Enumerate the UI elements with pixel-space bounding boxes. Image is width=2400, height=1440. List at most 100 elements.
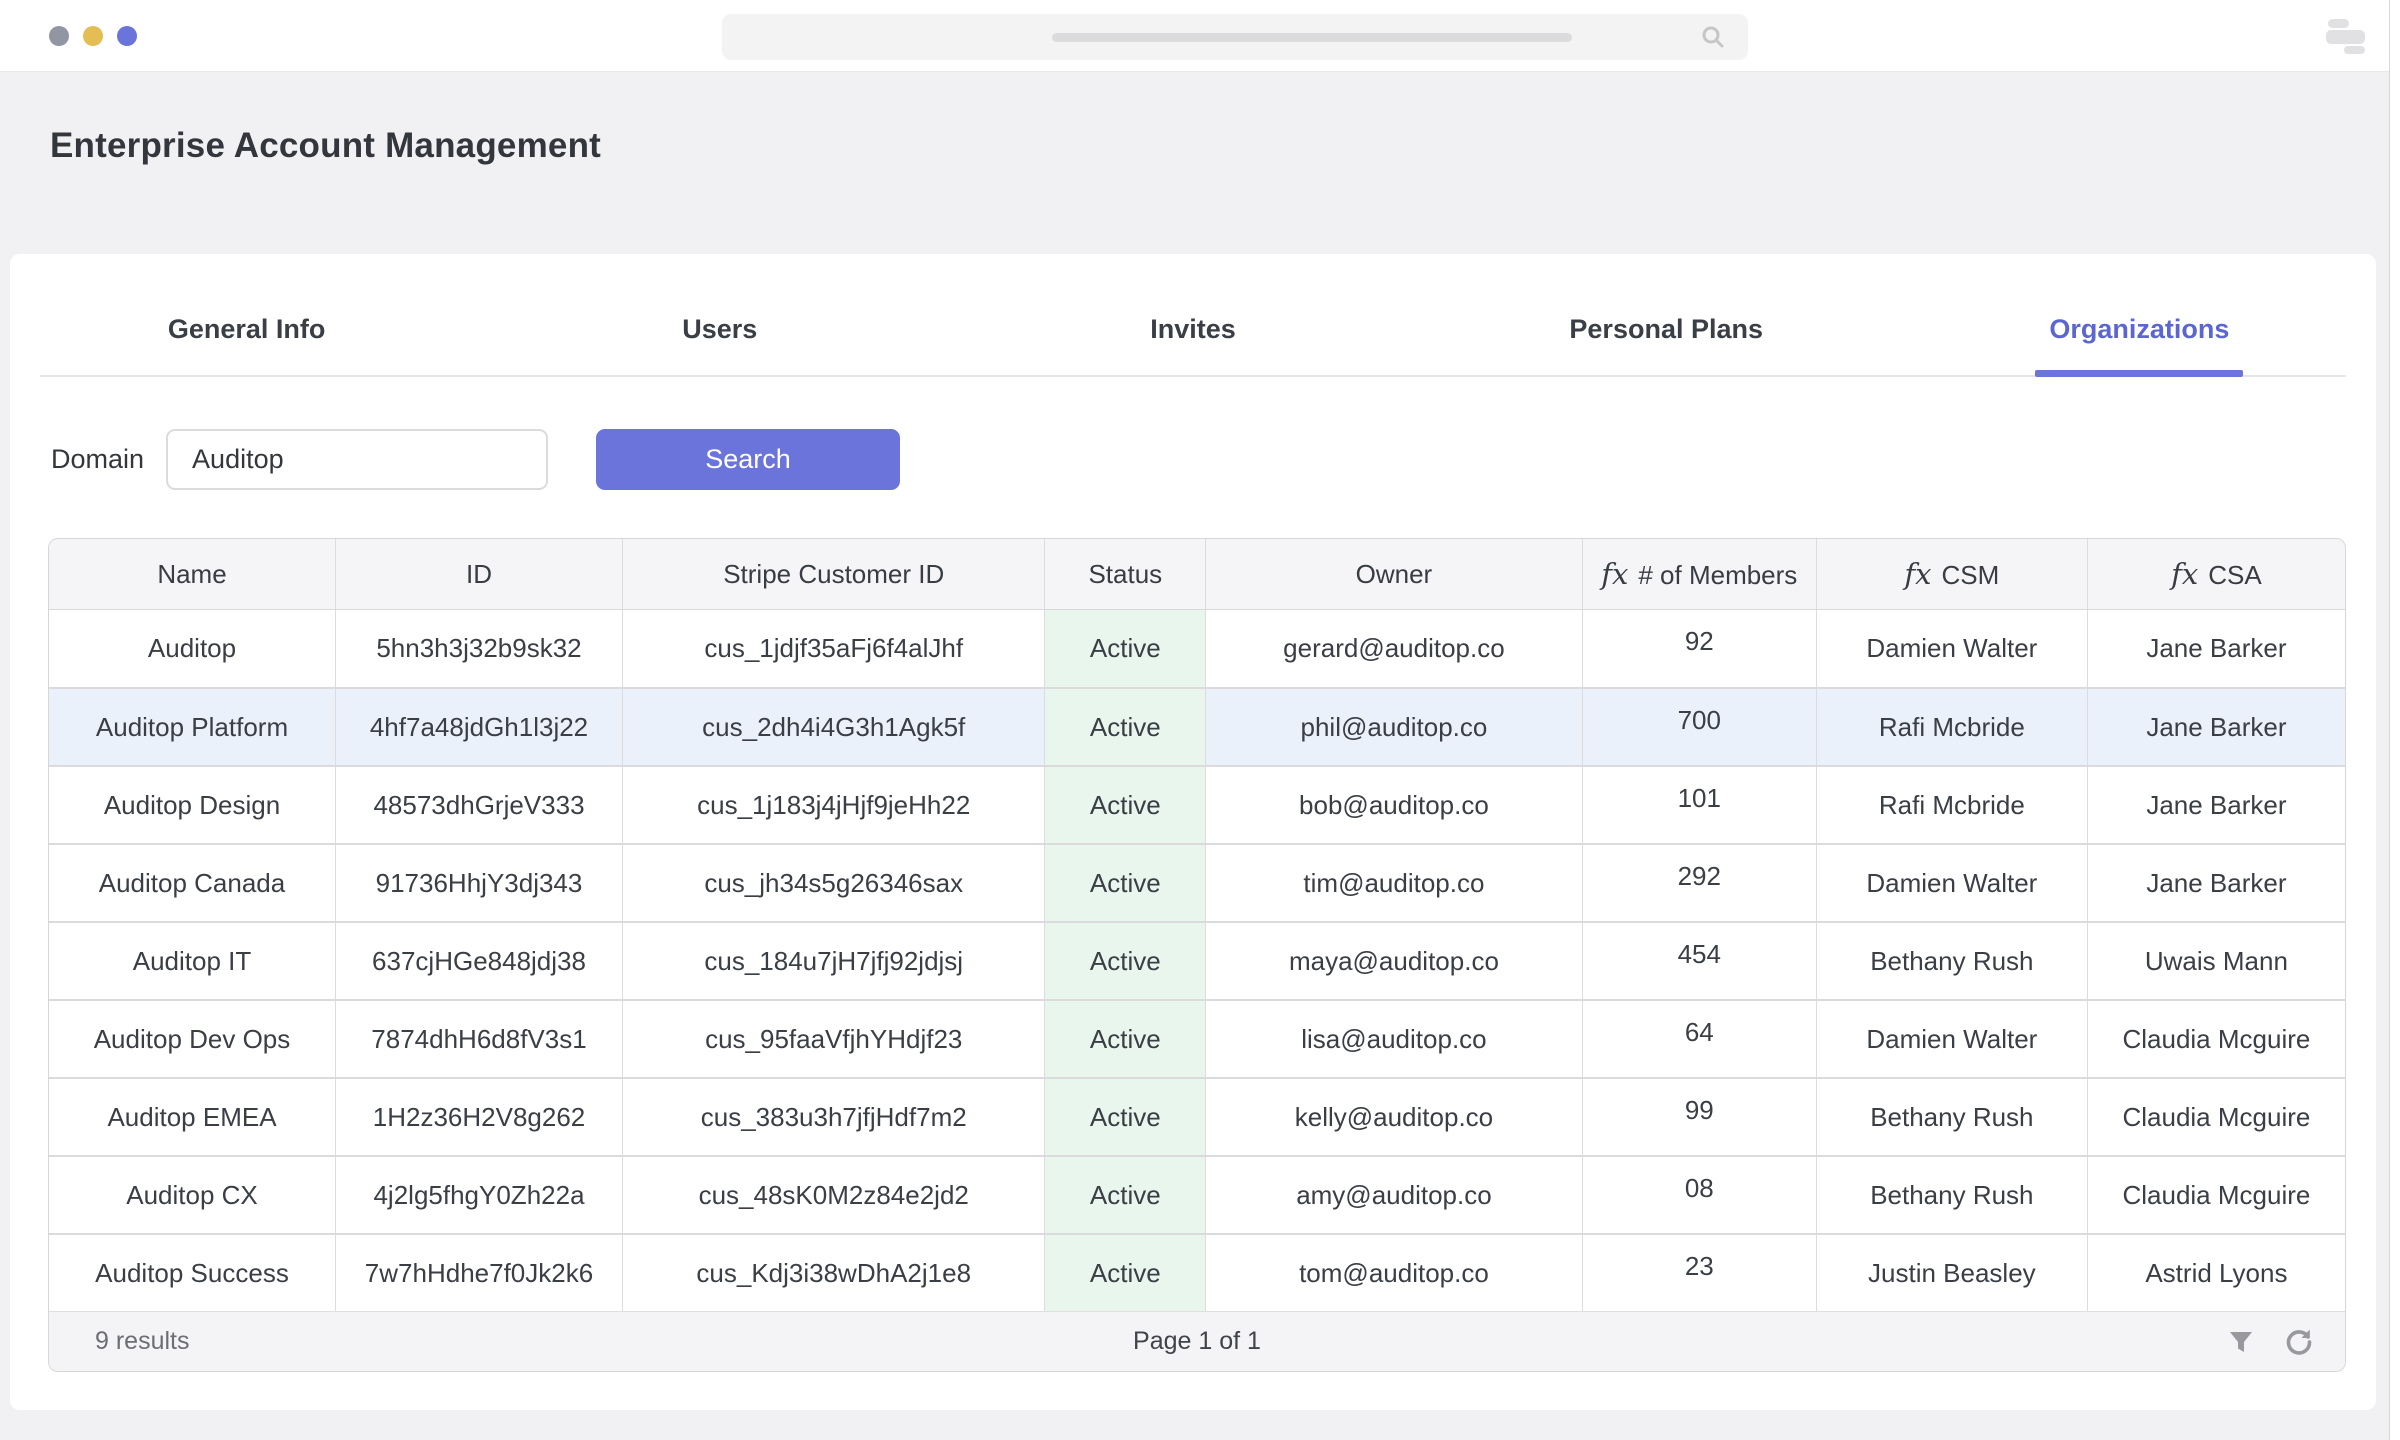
cell-csa: Claudia Mcguire <box>2088 999 2345 1077</box>
col-header-csm: fxCSM <box>1817 539 2088 609</box>
cell-stripe-customer-id: cus_jh34s5g26346sax <box>623 843 1045 921</box>
cell-csa: Jane Barker <box>2088 609 2345 687</box>
search-button[interactable]: Search <box>596 429 900 490</box>
table-row[interactable]: Auditop Success 7w7hHdhe7f0Jk2k6 cus_Kdj… <box>49 1233 2345 1311</box>
cell-stripe-customer-id: cus_48sK0M2z84e2jd2 <box>623 1155 1045 1233</box>
fx-formula-icon: fx <box>1904 557 1931 591</box>
cell-owner: tom@auditop.co <box>1206 1233 1583 1311</box>
search-placeholder-line <box>1052 33 1572 42</box>
cell-members: 08 <box>1583 1155 1817 1233</box>
cell-id: 7874dhH6d8fV3s1 <box>336 999 623 1077</box>
cell-members: 700 <box>1583 687 1817 765</box>
cell-id: 4j2lg5fhgY0Zh22a <box>336 1155 623 1233</box>
cell-stripe-customer-id: cus_95faaVfjhYHdjf23 <box>623 999 1045 1077</box>
cell-name: Auditop <box>49 609 336 687</box>
cell-csm: Damien Walter <box>1817 999 2088 1077</box>
cell-status: Active <box>1045 609 1206 687</box>
search-icon <box>1700 24 1726 55</box>
cell-stripe-customer-id: cus_Kdj3i38wDhA2j1e8 <box>623 1233 1045 1311</box>
domain-input[interactable] <box>166 429 548 490</box>
cell-owner: lisa@auditop.co <box>1206 999 1583 1077</box>
cell-csm: Damien Walter <box>1817 843 2088 921</box>
cell-status: Active <box>1045 999 1206 1077</box>
cell-id: 48573dhGrjeV333 <box>336 765 623 843</box>
cell-name: Auditop Success <box>49 1233 336 1311</box>
col-header-members: fx# of Members <box>1583 539 1817 609</box>
cell-members: 23 <box>1583 1233 1817 1311</box>
col-header-owner: Owner <box>1206 539 1583 609</box>
cell-status: Active <box>1045 1155 1206 1233</box>
window-titlebar <box>0 0 2400 72</box>
table-row[interactable]: Auditop CX 4j2lg5fhgY0Zh22a cus_48sK0M2z… <box>49 1155 2345 1233</box>
cell-stripe-customer-id: cus_184u7jH7jfj92jdjsj <box>623 921 1045 999</box>
table-row[interactable]: Auditop Platform 4hf7a48jdGh1l3j22 cus_2… <box>49 687 2345 765</box>
table-footer: 9 results Page 1 of 1 <box>49 1311 2345 1371</box>
cell-csa: Jane Barker <box>2088 765 2345 843</box>
tab-invites[interactable]: Invites <box>956 314 1429 375</box>
cell-id: 5hn3h3j32b9sk32 <box>336 609 623 687</box>
cell-members: 99 <box>1583 1077 1817 1155</box>
tab-personal-plans[interactable]: Personal Plans <box>1430 314 1903 375</box>
col-header-id: ID <box>336 539 623 609</box>
fx-formula-icon: fx <box>2171 557 2198 591</box>
cell-stripe-customer-id: cus_2dh4i4G3h1Agk5f <box>623 687 1045 765</box>
page-title: Enterprise Account Management <box>50 126 2400 166</box>
organizations-table: Name ID Stripe Customer ID Status Owner … <box>48 538 2346 1372</box>
scrollbar-track[interactable] <box>2389 0 2400 1440</box>
table-row[interactable]: Auditop Dev Ops 7874dhH6d8fV3s1 cus_95fa… <box>49 999 2345 1077</box>
col-header-status: Status <box>1045 539 1206 609</box>
cell-stripe-customer-id: cus_1jdjf35aFj6f4alJhf <box>623 609 1045 687</box>
table-row[interactable]: Auditop 5hn3h3j32b9sk32 cus_1jdjf35aFj6f… <box>49 609 2345 687</box>
table-row[interactable]: Auditop EMEA 1H2z36H2V8g262 cus_383u3h7j… <box>49 1077 2345 1155</box>
cell-csa: Uwais Mann <box>2088 921 2345 999</box>
cell-csa: Astrid Lyons <box>2088 1233 2345 1311</box>
domain-label: Domain <box>51 444 144 475</box>
cell-csm: Justin Beasley <box>1817 1233 2088 1311</box>
tab-bar: General Info Users Invites Personal Plan… <box>10 254 2376 375</box>
results-count: 9 results <box>95 1327 189 1356</box>
table-row[interactable]: Auditop Design 48573dhGrjeV333 cus_1j183… <box>49 765 2345 843</box>
cell-stripe-customer-id: cus_383u3h7jfjHdf7m2 <box>623 1077 1045 1155</box>
cell-name: Auditop CX <box>49 1155 336 1233</box>
cell-members: 292 <box>1583 843 1817 921</box>
menu-bar <box>2344 46 2365 54</box>
cell-status: Active <box>1045 765 1206 843</box>
cell-owner: gerard@auditop.co <box>1206 609 1583 687</box>
window-dot-gray[interactable] <box>49 26 69 46</box>
tab-organizations[interactable]: Organizations <box>1903 314 2376 375</box>
table-row[interactable]: Auditop IT 637cjHGe848jdj38 cus_184u7jH7… <box>49 921 2345 999</box>
table-body: Auditop 5hn3h3j32b9sk32 cus_1jdjf35aFj6f… <box>49 609 2345 1311</box>
cell-csm: Damien Walter <box>1817 609 2088 687</box>
main-card: General Info Users Invites Personal Plan… <box>10 254 2376 1410</box>
cell-status: Active <box>1045 1233 1206 1311</box>
page-indicator: Page 1 of 1 <box>1133 1327 1261 1356</box>
window-menu-icon[interactable] <box>2326 18 2368 54</box>
cell-csm: Bethany Rush <box>1817 921 2088 999</box>
cell-status: Active <box>1045 1077 1206 1155</box>
cell-id: 1H2z36H2V8g262 <box>336 1077 623 1155</box>
cell-members: 101 <box>1583 765 1817 843</box>
col-header-name: Name <box>49 539 336 609</box>
cell-csa: Claudia Mcguire <box>2088 1155 2345 1233</box>
window-dots <box>49 26 137 46</box>
window-dot-yellow[interactable] <box>83 26 103 46</box>
fx-formula-icon: fx <box>1601 557 1628 591</box>
cell-members: 454 <box>1583 921 1817 999</box>
table-row[interactable]: Auditop Canada 91736HhjY3dj343 cus_jh34s… <box>49 843 2345 921</box>
filter-icon[interactable] <box>2225 1326 2257 1358</box>
browser-search-bar[interactable] <box>722 14 1748 60</box>
tab-divider <box>40 375 2346 377</box>
cell-owner: bob@auditop.co <box>1206 765 1583 843</box>
cell-id: 4hf7a48jdGh1l3j22 <box>336 687 623 765</box>
cell-name: Auditop EMEA <box>49 1077 336 1155</box>
tab-general-info[interactable]: General Info <box>10 314 483 375</box>
cell-owner: phil@auditop.co <box>1206 687 1583 765</box>
window-dot-indigo[interactable] <box>117 26 137 46</box>
cell-id: 637cjHGe848jdj38 <box>336 921 623 999</box>
cell-status: Active <box>1045 687 1206 765</box>
refresh-icon[interactable] <box>2283 1326 2315 1358</box>
cell-csa: Claudia Mcguire <box>2088 1077 2345 1155</box>
tab-users[interactable]: Users <box>483 314 956 375</box>
cell-id: 91736HhjY3dj343 <box>336 843 623 921</box>
cell-owner: maya@auditop.co <box>1206 921 1583 999</box>
